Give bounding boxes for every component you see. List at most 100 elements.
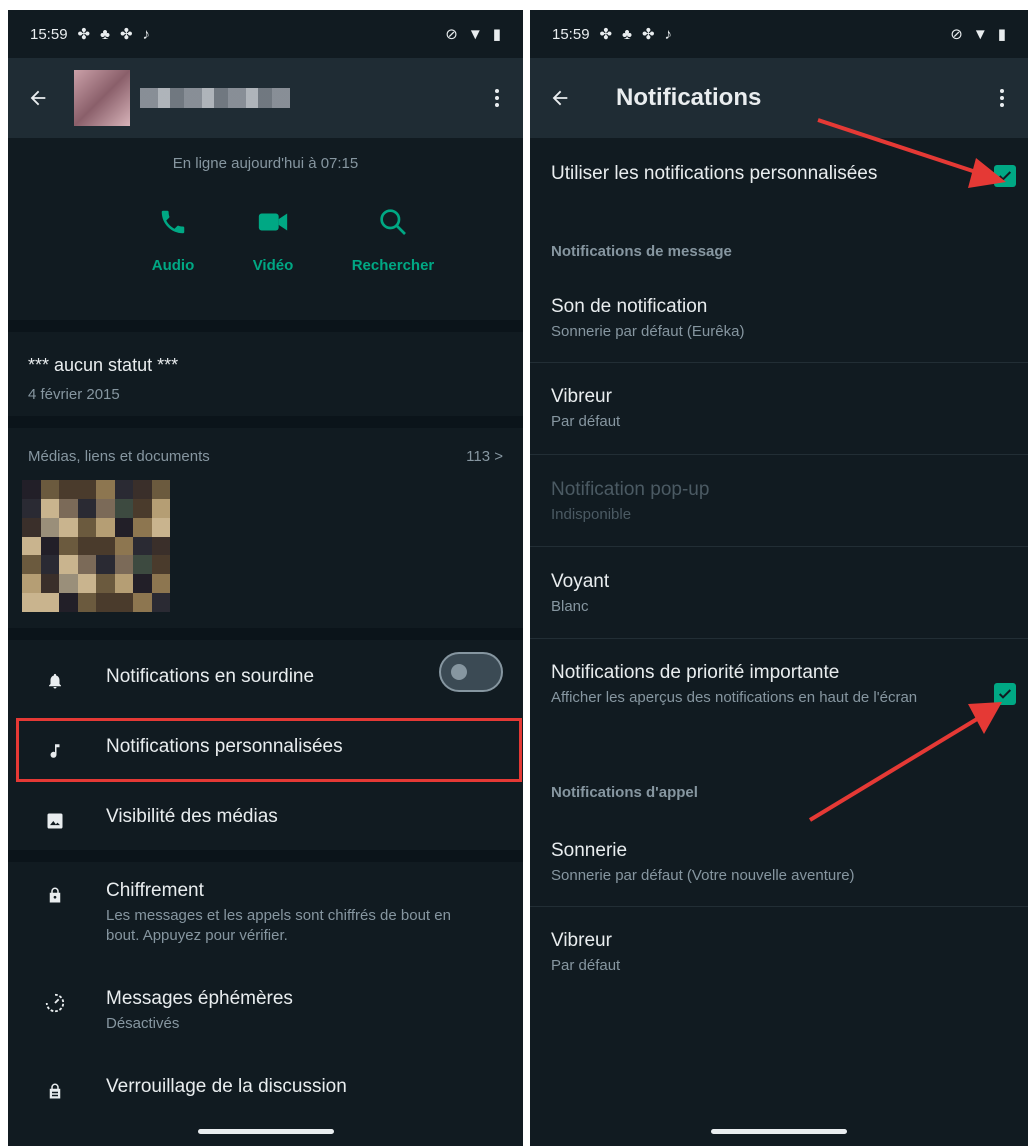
- more-options-button[interactable]: [992, 89, 1012, 107]
- ephemeral-label: Messages éphémères: [106, 988, 293, 1009]
- fan-icon: ✤: [641, 26, 655, 43]
- section-divider: [8, 850, 523, 862]
- contact-info-screen: 15:59 ✤ ♣ ✤ ♪ ⊘ ▼ ▮ En ligne aujourd'hui…: [8, 10, 523, 1146]
- light-value: Blanc: [551, 598, 589, 615]
- ringtone-row[interactable]: Sonnerie Sonnerie par défaut (Votre nouv…: [551, 840, 1008, 885]
- home-indicator[interactable]: [711, 1129, 847, 1134]
- ringtone-value: Sonnerie par défaut (Votre nouvelle aven…: [551, 867, 855, 884]
- media-header[interactable]: Médias, liens et documents 113 >: [28, 448, 503, 465]
- divider: [530, 638, 1028, 639]
- popup-notification-row: Notification pop-up Indisponible: [551, 479, 1008, 524]
- fan-icon: ✤: [599, 26, 613, 43]
- ephemeral-messages-row[interactable]: Messages éphémères Désactivés: [8, 988, 523, 1034]
- media-thumbnail[interactable]: [22, 480, 170, 612]
- section-call-notifications: Notifications d'appel: [551, 784, 698, 801]
- fan-icon: ✤: [119, 26, 133, 43]
- media-count: 113 >: [466, 448, 503, 465]
- timer-icon: [42, 990, 68, 1016]
- custom-notifications-label: Notifications personnalisées: [106, 736, 343, 757]
- music-note-icon: ♪: [664, 25, 673, 43]
- chat-lock-label: Verrouillage de la discussion: [106, 1076, 347, 1097]
- arrow-annotation: [808, 702, 1002, 822]
- chat-lock-icon: [42, 1078, 68, 1104]
- music-note-icon: ♪: [142, 25, 151, 43]
- video-label: Vidéo: [252, 257, 294, 274]
- status-text: *** aucun statut ***: [28, 355, 179, 375]
- more-options-button[interactable]: [487, 89, 507, 107]
- wifi-icon: ▼: [467, 25, 483, 43]
- status-time: 15:59: [30, 25, 68, 43]
- chat-lock-row[interactable]: Verrouillage de la discussion: [8, 1076, 523, 1104]
- media-label: Médias, liens et documents: [28, 448, 210, 465]
- sound-title: Son de notification: [551, 296, 708, 317]
- audio-label: Audio: [151, 257, 195, 274]
- mute-icon: ⊘: [445, 26, 458, 43]
- notifications-settings-screen: 15:59 ✤ ♣ ✤ ♪ ⊘ ▼ ▮ Notifications Utilis…: [530, 10, 1028, 1146]
- bell-icon: [42, 668, 68, 694]
- battery-icon: ▮: [997, 26, 1006, 43]
- divider: [530, 362, 1028, 363]
- encryption-row[interactable]: Chiffrement Les messages et les appels s…: [8, 880, 523, 946]
- search-icon: [380, 209, 406, 235]
- page-title: Notifications: [616, 84, 762, 111]
- divider: [530, 546, 1028, 547]
- section-message-notifications: Notifications de message: [551, 243, 732, 260]
- media-visibility-label: Visibilité des médias: [106, 806, 278, 827]
- call-vibrate-title: Vibreur: [551, 930, 612, 951]
- notification-sound-row[interactable]: Son de notification Sonnerie par défaut …: [551, 296, 1008, 341]
- vibrate-title: Vibreur: [551, 386, 612, 407]
- video-icon: [258, 213, 288, 231]
- battery-icon: ▮: [492, 26, 501, 43]
- music-note-icon: [42, 738, 68, 764]
- audio-call-button[interactable]: Audio: [143, 205, 203, 274]
- mute-icon: ⊘: [950, 26, 963, 43]
- custom-notifications-row[interactable]: Notifications personnalisées: [8, 736, 523, 764]
- app-icon: ♣: [622, 25, 632, 43]
- status-bar: 15:59 ✤ ♣ ✤ ♪ ⊘ ▼ ▮: [530, 10, 1028, 58]
- video-call-button[interactable]: Vidéo: [243, 205, 303, 274]
- phone-icon: [161, 210, 185, 234]
- encryption-description: Les messages et les appels sont chiffrés…: [106, 907, 451, 944]
- call-vibrate-value: Par défaut: [551, 957, 621, 974]
- mute-toggle[interactable]: [439, 652, 503, 692]
- fan-icon: ✤: [77, 26, 91, 43]
- action-buttons: Audio Vidéo Rechercher: [143, 205, 443, 274]
- last-seen: En ligne aujourd'hui à 07:15: [172, 155, 359, 172]
- about-status[interactable]: *** aucun statut *** 4 février 2015: [28, 355, 178, 403]
- back-button[interactable]: [546, 84, 574, 112]
- lock-icon: [42, 882, 68, 908]
- arrow-left-icon: [30, 90, 46, 106]
- call-vibrate-row[interactable]: Vibreur Par défaut: [551, 930, 1008, 975]
- encryption-label: Chiffrement: [106, 880, 204, 901]
- app-icon: ♣: [100, 25, 110, 43]
- ringtone-title: Sonnerie: [551, 840, 628, 861]
- arrow-annotation: [817, 118, 1006, 188]
- priority-title: Notifications de priorité importante: [551, 662, 840, 683]
- contact-name: [140, 88, 290, 108]
- search-label: Rechercher: [351, 257, 435, 274]
- search-button[interactable]: Rechercher: [343, 205, 443, 274]
- back-button[interactable]: [24, 84, 52, 112]
- avatar[interactable]: [74, 70, 130, 126]
- contact-header: [8, 58, 523, 138]
- light-row[interactable]: Voyant Blanc: [551, 571, 1008, 616]
- light-title: Voyant: [551, 571, 610, 592]
- media-visibility-row[interactable]: Visibilité des médias: [8, 806, 523, 834]
- status-bar: 15:59 ✤ ♣ ✤ ♪ ⊘ ▼ ▮: [8, 10, 523, 58]
- mute-label: Notifications en sourdine: [106, 666, 315, 687]
- popup-value: Indisponible: [551, 506, 632, 523]
- status-time: 15:59: [552, 25, 590, 43]
- sound-value: Sonnerie par défaut (Eurêka): [551, 323, 745, 340]
- section-divider: [8, 416, 523, 428]
- popup-title: Notification pop-up: [551, 479, 710, 500]
- section-divider: [8, 320, 523, 332]
- home-indicator[interactable]: [197, 1129, 334, 1134]
- divider: [530, 906, 1028, 907]
- section-divider: [8, 628, 523, 640]
- ephemeral-status: Désactivés: [106, 1015, 180, 1032]
- status-date: 4 février 2015: [28, 386, 120, 403]
- arrow-left-icon: [552, 90, 568, 106]
- vibrate-value: Par défaut: [551, 413, 621, 430]
- divider: [530, 454, 1028, 455]
- vibrate-row[interactable]: Vibreur Par défaut: [551, 386, 1008, 431]
